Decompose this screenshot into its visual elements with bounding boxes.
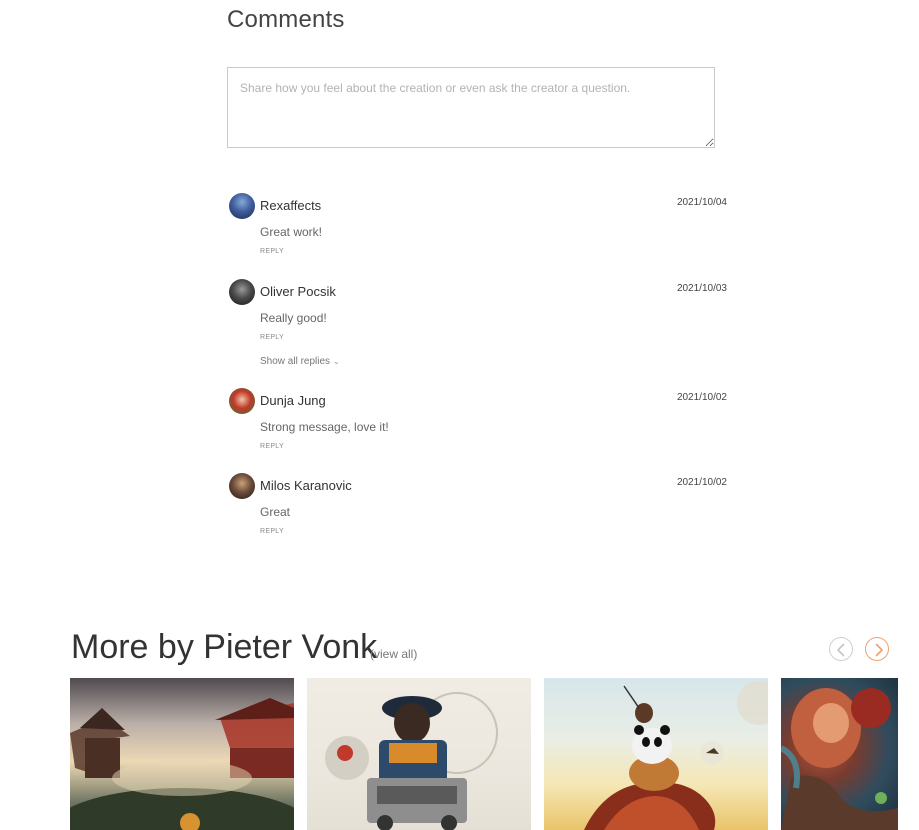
- reply-button[interactable]: REPLY: [260, 528, 284, 535]
- more-by-title: More by Pieter Vonk: [71, 628, 378, 666]
- reply-button[interactable]: REPLY: [260, 334, 284, 341]
- comment-item: Milos Karanovic 2021/10/02 Great REPLY: [229, 473, 727, 543]
- view-all-link[interactable]: (view all): [370, 647, 417, 661]
- carousel-next-button[interactable]: [865, 637, 889, 661]
- carousel-prev-button[interactable]: [829, 637, 853, 661]
- panda-lion-artwork-image: [584, 681, 768, 830]
- creature-artwork-image: [781, 688, 898, 830]
- chevron-left-icon: [837, 643, 845, 657]
- comments-title: Comments: [227, 6, 345, 33]
- more-by-section: More by Pieter Vonk (view all): [0, 620, 919, 830]
- comment-text: Great: [260, 505, 291, 519]
- reply-button[interactable]: REPLY: [260, 443, 284, 450]
- comment-item: Rexaffects 2021/10/04 Great work! REPLY: [229, 193, 727, 263]
- avatar[interactable]: [229, 279, 255, 305]
- reply-button[interactable]: REPLY: [260, 248, 284, 255]
- comment-author[interactable]: Milos Karanovic: [260, 478, 352, 493]
- comment-date: 2021/10/03: [676, 283, 727, 294]
- comment-item: Dunja Jung 2021/10/02 Strong message, lo…: [229, 388, 727, 458]
- chevron-right-icon: [875, 643, 883, 657]
- comment-item: Oliver Pocsik 2021/10/03 Really good! RE…: [229, 279, 727, 367]
- comment-text: Really good!: [260, 311, 327, 325]
- avatar[interactable]: [229, 193, 255, 219]
- comment-author[interactable]: Oliver Pocsik: [260, 284, 336, 299]
- comment-author[interactable]: Dunja Jung: [260, 393, 326, 408]
- comment-date: 2021/10/02: [676, 392, 727, 403]
- avatar[interactable]: [229, 473, 255, 499]
- artwork-thumbnail[interactable]: [70, 678, 294, 830]
- comment-text: Great work!: [260, 225, 323, 239]
- portrait-car-artwork-image: [325, 692, 498, 830]
- artwork-thumbnail[interactable]: [544, 678, 768, 830]
- pagoda-artwork-image: [70, 698, 294, 830]
- comment-date: 2021/10/02: [676, 477, 727, 488]
- artwork-thumbnail[interactable]: [781, 678, 898, 830]
- comment-text: Strong message, love it!: [260, 420, 389, 434]
- show-replies-label: Show all replies: [260, 356, 331, 367]
- chevron-down-icon: ⌄: [333, 357, 340, 366]
- show-all-replies-link[interactable]: Show all replies ⌄: [260, 356, 340, 367]
- comment-author[interactable]: Rexaffects: [260, 198, 321, 213]
- comment-input[interactable]: [227, 67, 715, 148]
- page: Comments Rexaffects 2021/10/04 Great wor…: [0, 0, 919, 830]
- comment-date: 2021/10/04: [676, 197, 727, 208]
- artwork-thumbnail[interactable]: [307, 678, 531, 830]
- avatar[interactable]: [229, 388, 255, 414]
